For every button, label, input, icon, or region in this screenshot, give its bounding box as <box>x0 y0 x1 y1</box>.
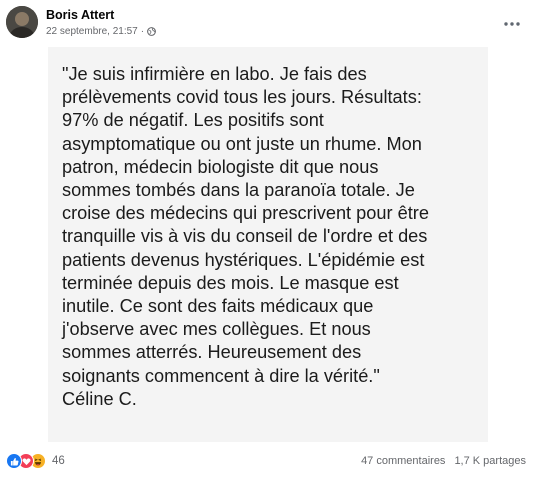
like-icon <box>6 453 22 469</box>
image-quote-text: "Je suis infirmière en labo. Je fais des… <box>62 64 429 409</box>
meta-separator: · <box>140 26 145 37</box>
avatar-image <box>6 6 38 38</box>
comments-count-link[interactable]: 47 commentaires <box>361 455 445 467</box>
post-timestamp[interactable]: 22 septembre, 21:57 <box>46 26 138 37</box>
more-options-button[interactable] <box>498 10 526 34</box>
post-image[interactable]: "Je suis infirmière en labo. Je fais des… <box>48 47 488 442</box>
post-header: Boris Attert 22 septembre, 21:57 · <box>0 0 534 46</box>
more-options-icon <box>504 13 520 31</box>
author-name[interactable]: Boris Attert <box>46 8 114 22</box>
globe-icon[interactable] <box>147 27 156 36</box>
author-avatar[interactable] <box>6 6 38 38</box>
shares-count-link[interactable]: 1,7 K partages <box>454 455 526 467</box>
facebook-post: Boris Attert 22 septembre, 21:57 · "Je s… <box>0 0 534 477</box>
post-footer: 46 47 commentaires 1,7 K partages <box>0 448 534 477</box>
post-stats: 47 commentaires 1,7 K partages <box>361 455 526 467</box>
post-meta: 22 septembre, 21:57 · <box>46 26 156 37</box>
reactions-summary[interactable]: 46 <box>6 453 65 469</box>
reaction-count: 46 <box>52 455 65 467</box>
